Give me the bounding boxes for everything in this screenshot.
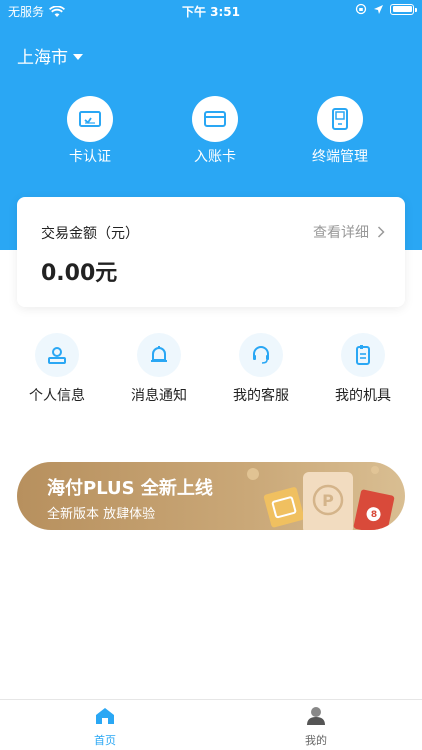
lock-rotation-icon — [355, 3, 367, 15]
transaction-amount-card[interactable]: 交易金额（元） 查看详细 0.00元 — [17, 197, 405, 307]
card-verify-label: 卡认证 — [69, 149, 111, 165]
tab-mine-label: 我的 — [305, 734, 327, 747]
notifications-button[interactable]: 消息通知 — [109, 333, 209, 405]
amount-unit: 元 — [95, 261, 118, 286]
device-icon — [341, 333, 385, 377]
person-icon — [35, 333, 79, 377]
city-label: 上海市 — [17, 48, 68, 68]
caret-down-icon — [73, 53, 83, 60]
status-right — [355, 3, 417, 15]
personal-info-label: 个人信息 — [29, 388, 85, 404]
tab-home-label: 首页 — [94, 734, 116, 747]
tab-home[interactable]: 首页 — [65, 706, 145, 748]
personal-info-button[interactable]: 个人信息 — [7, 333, 107, 405]
customer-service-label: 我的客服 — [233, 388, 289, 404]
banner-subtitle: 全新版本 放肆体验 — [47, 507, 156, 522]
banner-title: 海付PLUS 全新上线 — [47, 478, 213, 499]
chevron-right-icon — [377, 226, 385, 238]
quick-access-row: 个人信息 消息通知 我的客服 我的机具 — [0, 333, 422, 413]
bank-card-button[interactable]: 入账卡 — [160, 96, 270, 166]
top-actions: 卡认证 入账卡 终端管理 — [0, 96, 422, 166]
banner-illustration: P 8 — [247, 466, 395, 530]
view-details-label: 查看详细 — [313, 225, 369, 241]
battery-icon — [390, 3, 417, 15]
terminal-management-label: 终端管理 — [312, 149, 368, 165]
my-devices-button[interactable]: 我的机具 — [313, 333, 413, 405]
terminal-icon — [317, 96, 363, 142]
status-bar: 无服务 下午 3:51 — [0, 0, 422, 22]
my-devices-label: 我的机具 — [335, 388, 391, 404]
view-details-link[interactable]: 查看详细 — [313, 222, 385, 242]
bank-card-label: 入账卡 — [194, 149, 236, 165]
city-selector[interactable]: 上海市 — [17, 43, 83, 68]
tab-mine[interactable]: 我的 — [276, 706, 356, 748]
amount-title: 交易金额（元） — [41, 226, 139, 242]
tab-bar: 首页 我的 — [0, 699, 422, 750]
notifications-label: 消息通知 — [131, 388, 187, 404]
promo-banner[interactable]: 海付PLUS 全新上线 全新版本 放肆体验 P 8 — [17, 462, 405, 530]
card-verify-icon — [67, 96, 113, 142]
terminal-management-button[interactable]: 终端管理 — [285, 96, 395, 166]
card-verify-button[interactable]: 卡认证 — [35, 96, 145, 166]
user-profile-icon — [307, 707, 325, 725]
amount-number: 0.00 — [41, 261, 96, 286]
location-arrow-icon — [374, 4, 383, 14]
svg-text:P: P — [322, 491, 334, 510]
banner-badge-number: 8 — [371, 510, 377, 520]
bell-icon — [137, 333, 181, 377]
headset-icon — [239, 333, 283, 377]
home-icon — [96, 708, 114, 724]
amount-value: 0.00元 — [41, 255, 117, 287]
bank-card-icon — [192, 96, 238, 142]
customer-service-button[interactable]: 我的客服 — [211, 333, 311, 405]
